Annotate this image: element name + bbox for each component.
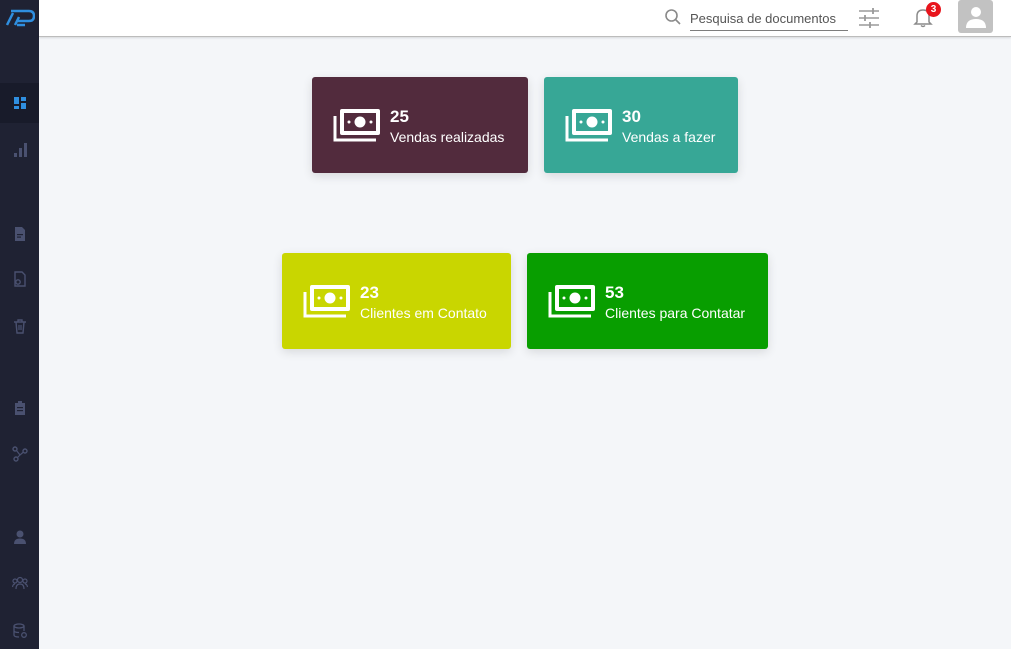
card-count: 53 [605,283,624,302]
top-bar: 3 [39,0,1011,37]
card-sales-done[interactable]: 25 Vendas realizadas [312,77,528,173]
card-sales-todo[interactable]: 30 Vendas a fazer [544,77,738,173]
sidebar-item-documents[interactable] [0,214,39,254]
sidebar-item-user[interactable] [0,517,39,557]
database-settings-icon [12,623,27,638]
money-icon [333,109,380,142]
sidebar-item-document-settings[interactable] [0,259,39,299]
notification-badge: 3 [926,2,941,17]
document-icon [14,227,25,241]
card-count: 23 [360,283,379,302]
workflow-icon [11,446,28,462]
sidebar [0,0,39,649]
sidebar-item-workflow[interactable] [0,434,39,474]
card-clients-to-contact[interactable]: 53 Clientes para Contatar [527,253,768,349]
money-icon [548,285,595,318]
money-icon [565,109,612,142]
clipboard-icon [14,401,25,415]
card-label: Clientes para Contatar [605,305,746,321]
dashboard-icon [13,97,26,109]
user-icon [13,530,26,544]
document-settings-icon [13,271,26,287]
brand-logo-icon[interactable] [5,9,35,27]
filter-sliders-icon[interactable] [857,6,881,30]
search-icon[interactable] [664,8,682,26]
search-input[interactable] [690,6,848,31]
money-icon [303,285,350,318]
card-label: Vendas realizadas [390,129,505,145]
card-clients-contacted[interactable]: 23 Clientes em Contato [282,253,511,349]
users-group-icon [11,576,28,590]
sidebar-item-trash[interactable] [0,306,39,346]
avatar[interactable] [958,0,993,33]
user-avatar-icon [965,6,986,28]
trash-icon [13,319,26,334]
notifications-button[interactable]: 3 [911,2,941,33]
card-count: 30 [622,107,641,126]
sidebar-item-clipboard[interactable] [0,388,39,428]
sidebar-item-dashboard[interactable] [0,83,39,123]
sidebar-item-users[interactable] [0,563,39,603]
card-label: Clientes em Contato [360,305,487,321]
sidebar-item-database[interactable] [0,611,39,649]
card-label: Vendas a fazer [622,129,716,145]
sidebar-item-reports[interactable] [0,130,39,170]
card-count: 25 [390,107,409,126]
bar-chart-icon [13,143,27,157]
